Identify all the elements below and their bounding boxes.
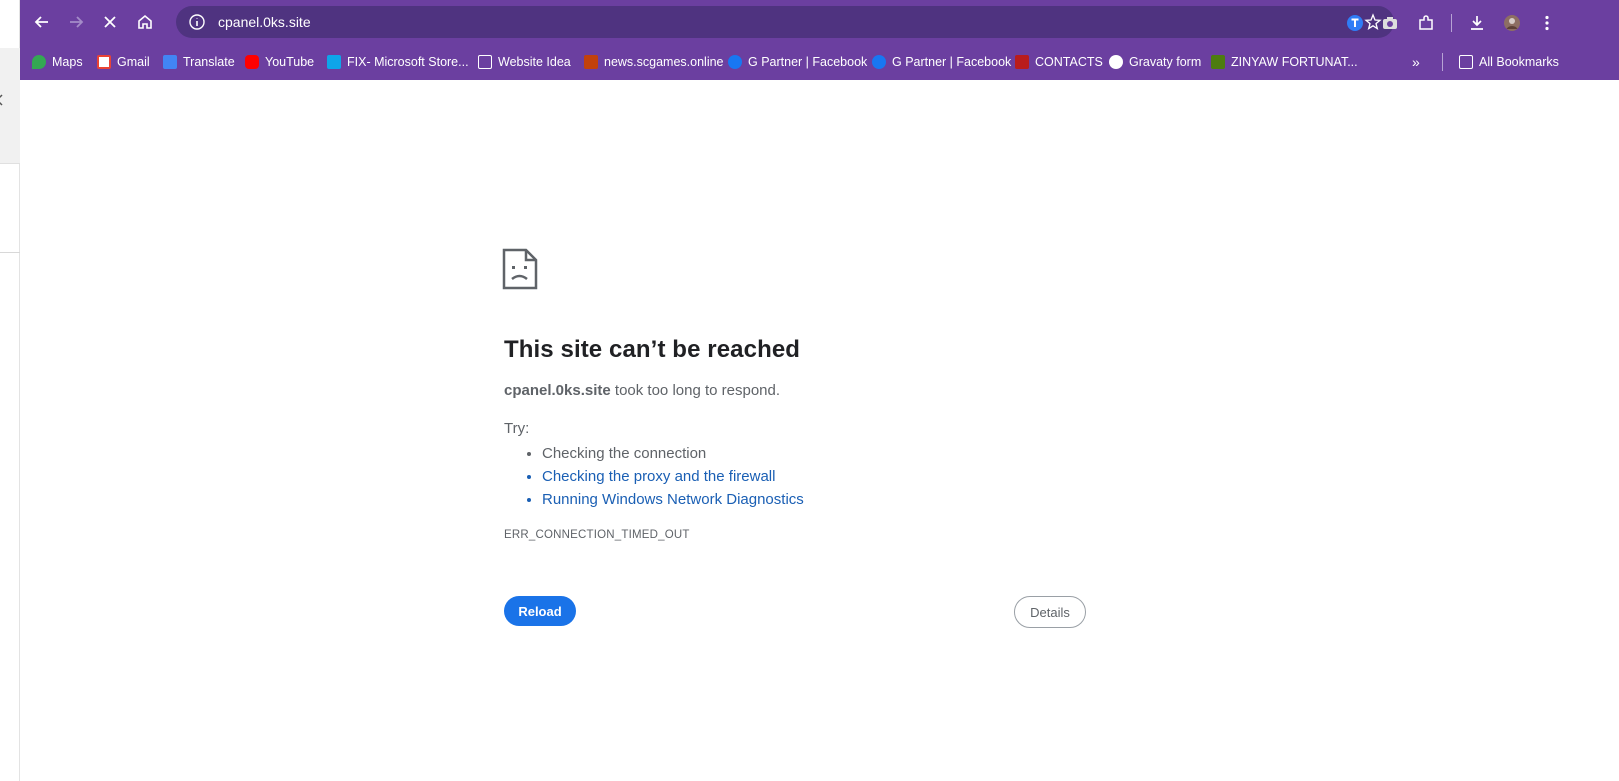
url-text[interactable]: cpanel.0ks.site [218,14,311,30]
reload-button[interactable]: Reload [504,596,576,626]
error-host: cpanel.0ks.site [504,382,611,399]
bookmark-youtube[interactable]: YouTube [245,52,314,72]
bookmark-facebook-1[interactable]: G Partner | Facebook [728,52,867,72]
menu-kebab-icon[interactable] [1536,12,1558,34]
bookmark-label: G Partner | Facebook [748,55,868,69]
suggestions-list: Checking the connection Checking the pro… [524,442,804,511]
bookmark-label: Website Idea [498,55,571,69]
error-code: ERR_CONNECTION_TIMED_OUT [504,529,690,541]
bookmark-label: Translate [183,55,235,69]
translate-icon [163,55,177,69]
error-message-suffix: took too long to respond. [610,382,781,399]
bookmark-label: Gmail [117,55,150,69]
site-info-icon[interactable] [188,13,206,31]
facebook-icon [872,55,886,69]
details-button[interactable]: Details [1014,596,1086,628]
maps-icon [32,55,46,69]
bookmarks-bar: Maps Gmail Translate YouTube FIX- Micros… [20,44,1619,80]
bookmarks-overflow-icon[interactable]: » [1412,54,1420,70]
error-page: This site can’t be reached cpanel.0ks.si… [20,80,1619,781]
globe-icon [1109,55,1123,69]
bookmark-label: news.scgames.online [604,55,724,69]
bookmark-gmail[interactable]: Gmail [97,52,150,72]
forward-button[interactable] [62,8,90,36]
browser-chrome: cpanel.0ks.site Maps Gmail Translate You… [20,0,1619,80]
side-panel-edge [0,0,20,781]
sad-page-icon [502,248,538,290]
stop-button[interactable] [96,8,124,36]
side-panel-header [0,48,20,164]
bookmark-news-scgames[interactable]: news.scgames.online [584,52,724,72]
download-icon[interactable] [1466,12,1488,34]
error-message: cpanel.0ks.site took too long to respond… [504,382,780,399]
bookmark-label: FIX- Microsoft Store... [347,55,469,69]
suggestion-network-diagnostics-link[interactable]: Running Windows Network Diagnostics [542,488,804,511]
all-bookmarks[interactable]: All Bookmarks [1459,52,1559,72]
browser-toolbar: cpanel.0ks.site [20,0,1619,44]
bookmark-label: Gravaty form [1129,55,1202,69]
bookmark-facebook-2[interactable]: G Partner | Facebook [872,52,1011,72]
bookmark-folder-website-idea[interactable]: Website Idea [478,52,571,72]
w-icon [327,55,341,69]
back-button[interactable] [28,8,56,36]
arrow-right-icon [70,16,84,28]
translate-extension-icon[interactable] [1344,12,1366,34]
bookmark-label: ZINYAW FORTUNAT... [1231,55,1358,69]
bookmark-microsoft-store[interactable]: FIX- Microsoft Store... [327,52,469,72]
bookmark-label: CONTACTS [1035,55,1103,69]
bookmark-label: Maps [52,55,83,69]
profile-avatar[interactable] [1501,12,1523,34]
facebook-icon [728,55,742,69]
error-title: This site can’t be reached [504,336,801,363]
bookmark-maps[interactable]: Maps [32,52,83,72]
bookmark-translate[interactable]: Translate [163,52,235,72]
bookmark-zinyaw[interactable]: ZINYAW FORTUNAT... [1211,52,1358,72]
arrow-left-icon [34,16,48,28]
suggestion-check-connection: Checking the connection [542,442,804,465]
leaf-icon [1211,55,1225,69]
contacts-icon [1015,55,1029,69]
bookmark-contacts[interactable]: CONTACTS [1015,52,1103,72]
bookmarks-separator [1442,53,1443,71]
home-icon [138,14,152,29]
folder-icon [1459,55,1473,69]
chevron-left-icon[interactable] [0,94,6,106]
toolbar-separator [1451,14,1452,32]
home-button[interactable] [131,8,159,36]
youtube-icon [245,55,259,69]
close-icon [104,16,116,28]
news-icon [584,55,598,69]
bookmark-label: G Partner | Facebook [892,55,1012,69]
bookmark-label: YouTube [265,55,315,69]
address-bar[interactable]: cpanel.0ks.site [176,6,1394,38]
bookmark-gravaty-form[interactable]: Gravaty form [1109,52,1201,72]
try-label: Try: [504,420,530,437]
gmail-icon [97,55,111,69]
extensions-puzzle-icon[interactable] [1415,12,1437,34]
all-bookmarks-label: All Bookmarks [1479,55,1559,69]
camera-extension-icon[interactable] [1379,12,1401,34]
suggestion-check-proxy-link[interactable]: Checking the proxy and the firewall [542,465,804,488]
folder-icon [478,55,492,69]
divider [0,252,20,253]
